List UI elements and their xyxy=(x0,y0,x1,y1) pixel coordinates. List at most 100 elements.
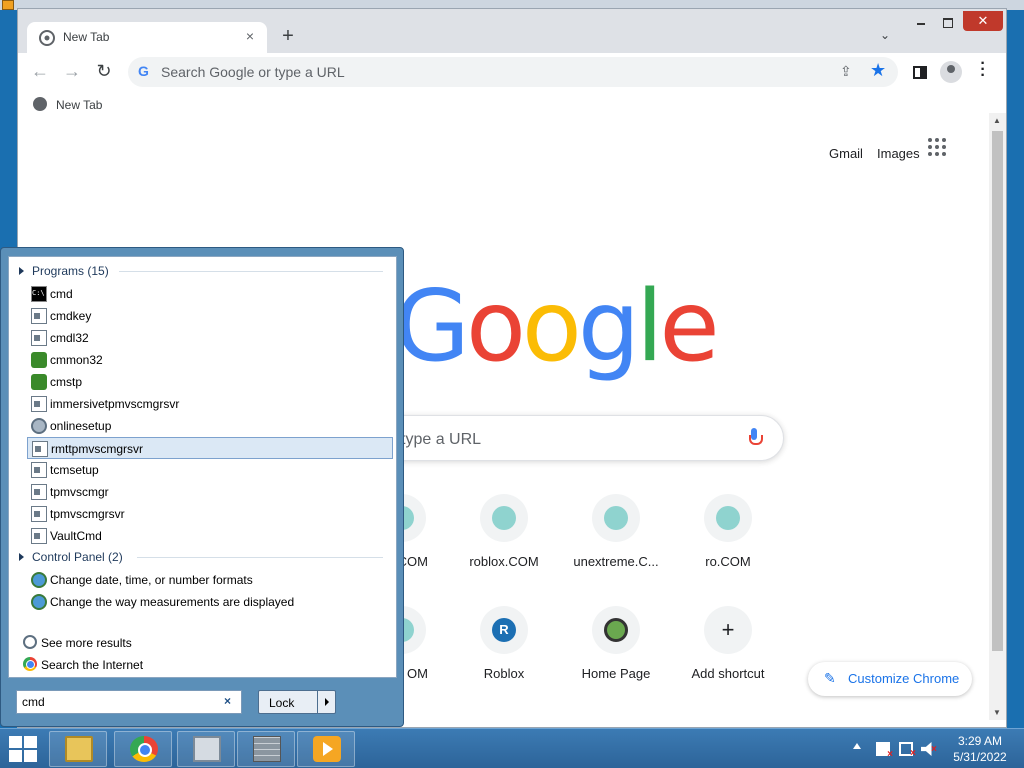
shortcut-label: Home Page xyxy=(581,666,651,681)
cmd-icon: C:\ xyxy=(31,286,47,302)
scroll-down-arrow-icon[interactable]: ▼ xyxy=(993,708,1001,717)
page-scrollbar[interactable]: ▲ ▼ xyxy=(989,113,1006,720)
taskbar: × 3:29 AM 5/31/2022 xyxy=(0,728,1024,768)
program-item[interactable]: VaultCmd xyxy=(27,525,393,547)
window-icon xyxy=(31,484,47,500)
maximize-button[interactable] xyxy=(938,15,958,29)
program-item[interactable]: tpmvscmgr xyxy=(27,481,393,503)
side-panel-icon[interactable] xyxy=(913,66,927,79)
shortcut-favicon-icon xyxy=(704,494,752,542)
power-options-arrow-icon[interactable] xyxy=(317,691,336,713)
back-arrow-icon[interactable]: ← xyxy=(28,60,52,84)
taskbar-file-explorer[interactable] xyxy=(49,731,107,767)
shortcut-home-page[interactable]: Home Page xyxy=(560,606,672,706)
programs-group-header[interactable]: Programs (15) xyxy=(19,263,389,281)
control-panel-item[interactable]: Change date, time, or number formats xyxy=(27,569,393,591)
expand-triangle-icon xyxy=(19,553,24,561)
home-page-favicon-icon xyxy=(592,606,640,654)
profile-avatar-icon[interactable] xyxy=(940,61,962,83)
mute-indicator-icon: × xyxy=(931,744,937,755)
gear-icon xyxy=(31,418,47,434)
scroll-up-arrow-icon[interactable]: ▲ xyxy=(993,116,1001,125)
chrome-icon xyxy=(130,736,158,762)
program-item[interactable]: tpmvscmgrsvr xyxy=(27,503,393,525)
windows-start-icon[interactable] xyxy=(8,735,38,763)
program-item-selected[interactable]: rmttpmvscmgrsvr xyxy=(27,437,393,459)
voice-search-mic-icon[interactable] xyxy=(749,428,763,446)
shortcut-label: roblox.COM xyxy=(469,554,539,569)
lock-button[interactable]: Lock xyxy=(258,690,336,714)
window-icon xyxy=(31,308,47,324)
window-icon xyxy=(31,528,47,544)
plus-icon: + xyxy=(704,606,752,654)
chrome-menu-icon[interactable]: · · · xyxy=(978,56,988,84)
system-clock[interactable]: 3:29 AM 5/31/2022 xyxy=(950,733,1010,765)
chrome-icon xyxy=(23,657,37,671)
folder-icon xyxy=(65,736,93,762)
reload-icon[interactable]: ↻ xyxy=(92,60,116,84)
taskbar-media-app[interactable] xyxy=(297,731,355,767)
customize-chrome-button[interactable]: ✎ Customize Chrome xyxy=(808,662,972,696)
clear-search-icon[interactable]: × xyxy=(224,694,231,708)
google-logo: Google xyxy=(394,270,720,384)
taskbar-firewall-app[interactable] xyxy=(237,731,295,767)
tab-search-icon[interactable]: ⌄ xyxy=(876,28,894,46)
action-center-flag-icon[interactable] xyxy=(876,742,893,760)
browser-toolbar: ← → ↻ G Search Google or type a URL ⇪ ★ … xyxy=(18,53,1006,89)
shortcut-tile[interactable]: roblox.COM xyxy=(448,494,560,594)
shortcut-tile[interactable]: unextreme.C... xyxy=(560,494,672,594)
start-menu: Programs (15) C:\ cmd cmdkey cmdl32 cmmo… xyxy=(0,247,404,727)
start-search-bar: × Lock xyxy=(8,686,397,722)
globe-icon xyxy=(33,97,47,111)
gmail-link[interactable]: Gmail xyxy=(829,146,863,161)
shortcut-label: unextreme.C... xyxy=(573,554,659,569)
program-item[interactable]: onlinesetup xyxy=(27,415,393,437)
desktop-app-icon[interactable] xyxy=(2,0,14,10)
google-apps-icon[interactable] xyxy=(928,138,946,156)
control-panel-group-header[interactable]: Control Panel (2) xyxy=(19,549,389,567)
lock-label: Lock xyxy=(269,696,295,710)
media-player-icon xyxy=(313,736,341,762)
brick-wall-icon xyxy=(253,736,281,762)
customize-chrome-label: Customize Chrome xyxy=(848,671,960,686)
tab-close-icon[interactable]: × xyxy=(241,27,259,45)
add-shortcut-button[interactable]: + Add shortcut xyxy=(672,606,784,706)
show-hidden-icons-icon[interactable] xyxy=(853,743,861,749)
address-bar[interactable]: G Search Google or type a URL ⇪ ★ xyxy=(128,57,898,87)
share-icon[interactable]: ⇪ xyxy=(840,63,852,80)
program-item[interactable]: cmmon32 xyxy=(27,349,393,371)
window-icon xyxy=(31,330,47,346)
control-panel-item[interactable]: Change the way measurements are displaye… xyxy=(27,591,393,613)
green-app-icon xyxy=(31,374,47,390)
start-search-input[interactable] xyxy=(16,690,242,714)
network-icon[interactable] xyxy=(899,742,916,759)
bookmark-star-icon[interactable]: ★ xyxy=(870,60,886,81)
shortcut-roblox[interactable]: R Roblox xyxy=(448,606,560,706)
shortcut-tile[interactable]: ro.COM xyxy=(672,494,784,594)
new-tab-button[interactable]: + xyxy=(276,25,300,49)
close-button[interactable]: ✕ xyxy=(963,11,1003,31)
program-item[interactable]: tcmsetup xyxy=(27,459,393,481)
program-item[interactable]: cmstp xyxy=(27,371,393,393)
images-link[interactable]: Images xyxy=(877,146,920,161)
monitor-icon xyxy=(193,736,221,762)
scroll-thumb[interactable] xyxy=(992,131,1003,651)
shortcut-favicon-icon xyxy=(592,494,640,542)
clock-time: 3:29 AM xyxy=(957,734,1003,748)
program-item[interactable]: immersivetpmvscmgrsvr xyxy=(27,393,393,415)
program-item[interactable]: cmdkey xyxy=(27,305,393,327)
taskbar-chrome[interactable] xyxy=(114,731,172,767)
minimize-button[interactable] xyxy=(913,15,933,29)
forward-arrow-icon[interactable]: → xyxy=(60,60,84,84)
program-item-cmd[interactable]: C:\ cmd xyxy=(27,283,393,305)
tab-strip: New Tab × + ⌄ ✕ xyxy=(18,9,1006,53)
roblox-favicon-icon: R xyxy=(480,606,528,654)
google-search-box[interactable]: type a URL xyxy=(380,415,784,461)
tab-new-tab[interactable]: New Tab × xyxy=(27,22,267,53)
program-item[interactable]: cmdl32 xyxy=(27,327,393,349)
window-icon xyxy=(31,396,47,412)
green-app-icon xyxy=(31,352,47,368)
bookmark-new-tab[interactable]: New Tab xyxy=(56,98,102,112)
clock-date: 5/31/2022 xyxy=(953,750,1007,764)
taskbar-monitor-app[interactable] xyxy=(177,731,235,767)
